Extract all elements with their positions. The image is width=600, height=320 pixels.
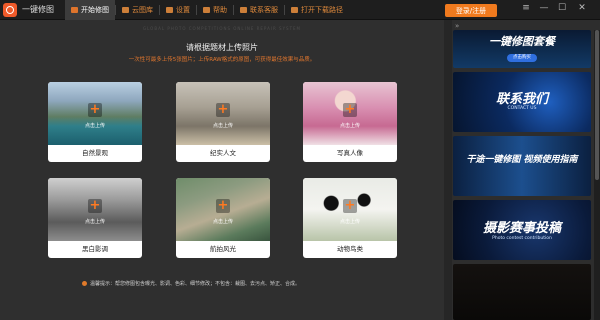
login-register-button[interactable]: 登录/注册 — [445, 4, 497, 17]
category-card-animals[interactable]: + 点击上传 动物鸟类 — [303, 178, 397, 258]
category-label: 纪实人文 — [210, 149, 236, 157]
promo-banner-contact[interactable]: 联系我们 CONTACT US — [453, 72, 591, 132]
banner-title: 联系我们 — [495, 92, 548, 107]
nav-cloud-library[interactable]: 云图库 — [116, 0, 159, 20]
nav-label: 打开下载路径 — [301, 6, 343, 14]
promo-banner-video-guide[interactable]: 干途一键修图 视频使用指南 — [453, 136, 591, 196]
plus-icon[interactable]: + — [88, 199, 102, 213]
plus-icon[interactable]: + — [343, 199, 357, 213]
maximize-icon[interactable]: ☐ — [556, 3, 568, 13]
upload-hint: 点击上传 — [84, 219, 105, 225]
nav-open-download-path[interactable]: 打开下载路径 — [285, 0, 349, 20]
plus-icon[interactable]: + — [88, 103, 102, 117]
cloud-icon — [122, 7, 129, 13]
banner-title: 摄影赛事投稿 — [482, 221, 561, 236]
nav-label: 开始修图 — [81, 6, 109, 14]
title-bar: 一键修图 开始修图 云图库 设置 帮助 联系客服 打开下载路径 登录/注册 ≡ … — [0, 0, 600, 20]
upload-hint: 点击上传 — [339, 219, 360, 225]
nav-start-retouch[interactable]: 开始修图 — [65, 0, 115, 20]
buy-button[interactable]: 点击购买 — [507, 54, 537, 62]
scrollbar-thumb[interactable] — [595, 30, 599, 180]
category-card-black-white[interactable]: + 点击上传 黑白影调 — [48, 178, 142, 258]
nav-label: 联系客服 — [250, 6, 278, 14]
nav-settings[interactable]: 设置 — [160, 0, 196, 20]
nav-help[interactable]: 帮助 — [197, 0, 233, 20]
close-icon[interactable]: ✕ — [576, 3, 588, 13]
collapse-icon[interactable]: » — [455, 22, 459, 30]
banner-title: 一键修图套餐 — [489, 35, 555, 48]
nav-label: 设置 — [176, 6, 190, 14]
sidebar-scrollbar[interactable] — [594, 30, 600, 320]
panel-divider — [444, 20, 452, 320]
promo-banner-contest[interactable]: 摄影赛事投稿 Photo contest contribution — [453, 200, 591, 260]
watermark-text: GLOBAL PHOTO COMPETITIONS ONLINE REPAIR … — [143, 26, 301, 31]
upload-instructions: 一次性可最多上传5张图片；上传RAW格式的原图，可获得最佳效果与品质。 — [128, 57, 316, 63]
folder-icon — [291, 7, 298, 13]
banner-subtitle: CONTACT US — [507, 106, 537, 111]
nav-label: 云图库 — [132, 6, 153, 14]
camera-icon — [71, 7, 78, 13]
banner-subtitle: Photo contest contribution — [492, 236, 552, 241]
plus-icon[interactable]: + — [216, 103, 230, 117]
category-card-documentary[interactable]: + 点击上传 纪实人文 — [176, 82, 270, 162]
hint-label: 温馨提示：帮您修图包含曝光、影调、色彩、细节修改；不包含：裁图、去污点、矫正、合… — [90, 281, 301, 287]
app-title: 一键修图 — [22, 5, 54, 14]
category-card-nature[interactable]: + 点击上传 自然景观 — [48, 82, 142, 162]
app-window: 一键修图 开始修图 云图库 设置 帮助 联系客服 打开下载路径 登录/注册 ≡ … — [0, 0, 600, 320]
hint-text: 温馨提示：帮您修图包含曝光、影调、色彩、细节修改；不包含：裁图、去污点、矫正、合… — [82, 280, 300, 287]
category-label: 动物鸟类 — [337, 245, 363, 253]
upload-hint: 点击上传 — [339, 123, 360, 129]
promo-banner-package[interactable]: 一键修图套餐 点击购买 — [453, 30, 591, 68]
nav-contact-support[interactable]: 联系客服 — [234, 0, 284, 20]
upload-panel: GLOBAL PHOTO COMPETITIONS ONLINE REPAIR … — [0, 20, 444, 320]
upload-hint: 点击上传 — [212, 123, 233, 129]
category-card-aerial[interactable]: + 点击上传 航拍风光 — [176, 178, 270, 258]
plus-icon[interactable]: + — [343, 103, 357, 117]
category-label: 写真人像 — [337, 149, 363, 157]
banner-title: 干途一键修图 视频使用指南 — [466, 155, 578, 165]
category-label: 自然景观 — [82, 149, 108, 157]
main-nav: 开始修图 云图库 设置 帮助 联系客服 打开下载路径 — [65, 0, 349, 20]
app-logo-icon — [3, 3, 17, 17]
upload-headline: 请根据题材上传照片 — [186, 43, 258, 52]
nav-label: 帮助 — [213, 6, 227, 14]
category-label: 航拍风光 — [210, 245, 236, 253]
menu-icon[interactable]: ≡ — [520, 3, 532, 13]
upload-hint: 点击上传 — [84, 123, 105, 129]
category-label: 黑白影调 — [82, 245, 108, 253]
plus-icon[interactable]: + — [216, 199, 230, 213]
minimize-icon[interactable]: — — [538, 3, 550, 13]
category-card-portrait[interactable]: + 点击上传 写真人像 — [303, 82, 397, 162]
help-icon — [203, 7, 210, 13]
info-icon — [82, 281, 87, 286]
gear-icon — [166, 7, 173, 13]
promo-banner-placeholder[interactable] — [453, 264, 591, 320]
chat-icon — [240, 7, 247, 13]
upload-hint: 点击上传 — [212, 219, 233, 225]
